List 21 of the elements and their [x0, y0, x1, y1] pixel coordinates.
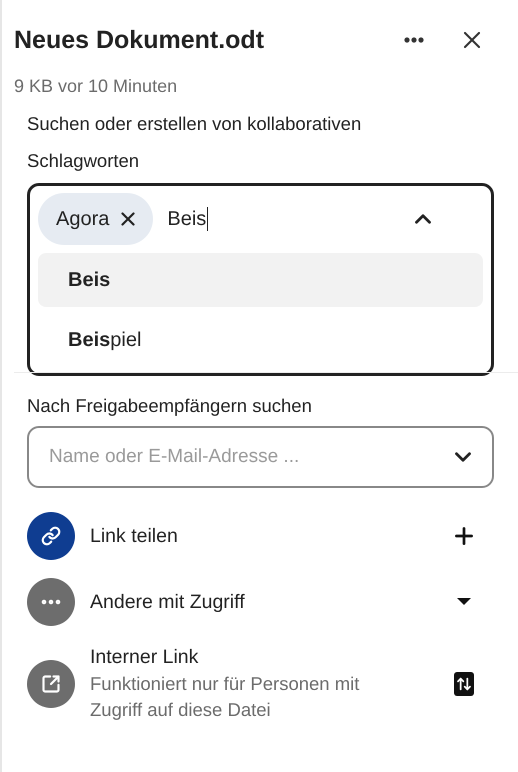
link-icon	[27, 512, 75, 560]
file-meta: 9 KB vor 10 Minuten	[14, 76, 178, 97]
entry-title: Interner Link	[90, 645, 200, 670]
caret-icon	[457, 598, 471, 606]
tag-option[interactable]: Beispiel	[38, 313, 483, 367]
up-down-arrows-icon	[454, 672, 474, 696]
tag-option[interactable]: Beis	[38, 253, 483, 307]
tags-label: Suchen oder erstellen von kollaborativen Schlagworten	[27, 112, 362, 173]
entry-title: Andere mit Zugriff	[90, 590, 246, 614]
entry-title: Link teilen	[90, 524, 179, 548]
entry-description: Funktioniert nur für Personen mit Zugriff auf diese Datei	[90, 672, 360, 722]
text-cursor	[207, 207, 208, 231]
share-label: Nach Freigabeempfängern suchen	[27, 394, 313, 418]
file-title: Neues Dokument.odt	[14, 26, 266, 54]
more-icon	[27, 578, 75, 626]
tag-label: Agora	[56, 208, 110, 230]
external-link-icon	[27, 660, 75, 708]
more-icon	[404, 37, 424, 43]
tag-query: Beis	[167, 208, 206, 230]
recipient-search-field[interactable]: Name oder E-Mail-Adresse ...	[27, 426, 494, 488]
tag-combobox[interactable]: Agora Beis Beis Beispiel	[27, 183, 494, 376]
